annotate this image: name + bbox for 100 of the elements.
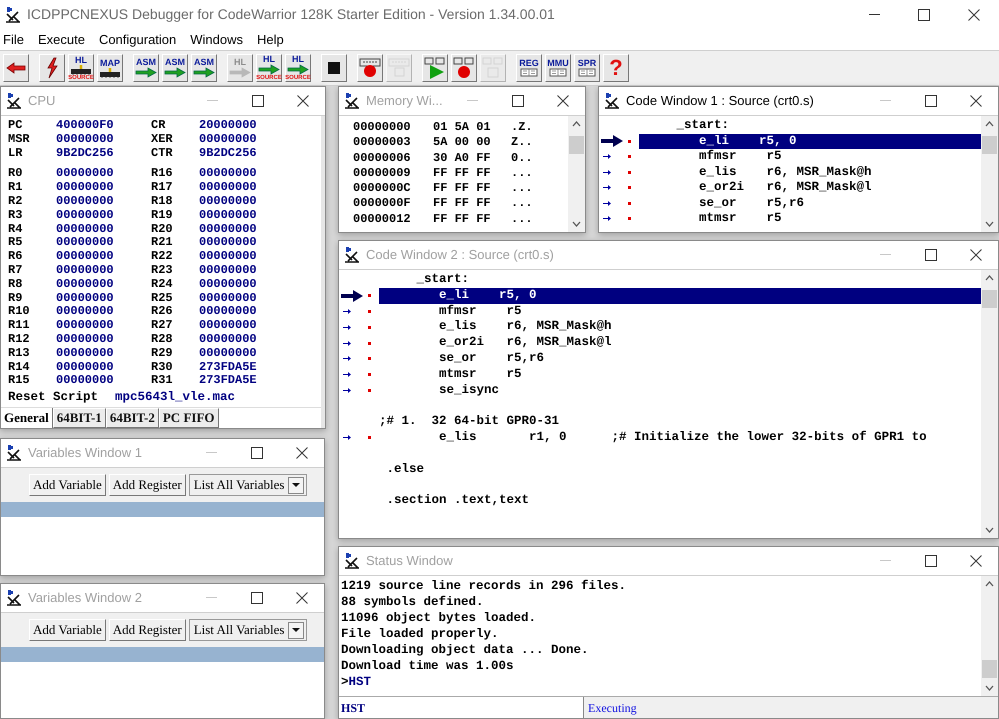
- register-value[interactable]: 00000000: [56, 278, 151, 292]
- code-line[interactable]: e_lis r6, MSR_Mask@h: [379, 319, 981, 336]
- register-value[interactable]: 00000000: [199, 236, 289, 250]
- menu-item[interactable]: Configuration: [98, 30, 176, 50]
- register-value[interactable]: 273FDA5E: [199, 374, 289, 388]
- register-value[interactable]: 00000000: [56, 360, 151, 374]
- menu-item[interactable]: Help: [257, 30, 284, 50]
- register-value[interactable]: 00000000: [56, 374, 151, 388]
- code-line[interactable]: ;# 1. 32 64-bit GPR0-31: [379, 414, 981, 430]
- register-value[interactable]: 273FDA5E: [199, 360, 289, 374]
- register-value[interactable]: 00000000: [56, 236, 151, 250]
- register-value[interactable]: 00000000: [56, 208, 151, 223]
- register-value[interactable]: 00000000: [199, 319, 289, 333]
- register-value[interactable]: 00000000: [199, 264, 289, 278]
- toolbar-button[interactable]: MAP: [97, 54, 123, 82]
- register-value[interactable]: 9B2DC256: [56, 146, 151, 160]
- code-line[interactable]: se_isync: [379, 382, 981, 398]
- tab[interactable]: 64BIT-1: [52, 408, 106, 428]
- scroll-up-icon[interactable]: [985, 581, 994, 587]
- scroll-down-icon[interactable]: [985, 685, 994, 691]
- toolbar-button[interactable]: Add Register: [108, 619, 186, 641]
- register-value[interactable]: 00000000: [56, 250, 151, 264]
- code-line[interactable]: mtmsr r5: [639, 211, 981, 226]
- tab[interactable]: 64BIT-2: [106, 408, 159, 428]
- scroll-down-icon[interactable]: [985, 221, 994, 227]
- scrollbar-thumb[interactable]: [982, 136, 997, 154]
- toolbar-button[interactable]: MMU: [545, 54, 571, 82]
- register-value[interactable]: 400000F0: [56, 119, 151, 133]
- register-value[interactable]: 9B2DC256: [199, 146, 289, 160]
- code-line[interactable]: _start:: [379, 272, 981, 288]
- register-value[interactable]: 00000000: [56, 222, 151, 236]
- toolbar-button[interactable]: [451, 54, 477, 82]
- register-value[interactable]: 00000000: [199, 305, 289, 320]
- register-value[interactable]: 00000000: [199, 278, 289, 292]
- register-value[interactable]: 00000000: [56, 132, 151, 147]
- code-line[interactable]: mtmsr r5: [379, 366, 981, 383]
- toolbar-button[interactable]: ?: [603, 54, 629, 82]
- toolbar-button[interactable]: ASM: [133, 54, 159, 82]
- scroll-up-icon[interactable]: [985, 121, 994, 127]
- register-value[interactable]: 00000000: [56, 194, 151, 209]
- register-value[interactable]: 00000000: [199, 132, 289, 147]
- scrollbar[interactable]: [981, 116, 998, 232]
- register-value[interactable]: 00000000: [56, 305, 151, 320]
- dropdown[interactable]: List All Variables: [188, 474, 307, 496]
- scrollbar[interactable]: [981, 270, 998, 538]
- menu-item[interactable]: File: [3, 30, 24, 50]
- register-value[interactable]: 00000000: [56, 181, 151, 195]
- register-value[interactable]: 00000000: [199, 332, 289, 347]
- register-value[interactable]: 00000000: [199, 292, 289, 306]
- code-line[interactable]: se_or r5,r6: [379, 350, 981, 367]
- register-value[interactable]: 00000000: [56, 167, 151, 182]
- toolbar-button[interactable]: [422, 54, 448, 82]
- toolbar-button[interactable]: REG: [516, 54, 542, 82]
- code-line[interactable]: .else: [379, 462, 981, 478]
- register-value[interactable]: 20000000: [199, 119, 289, 133]
- register-value[interactable]: 00000000: [56, 346, 151, 361]
- toolbar-button[interactable]: [3, 54, 29, 82]
- menu-item[interactable]: Execute: [38, 30, 85, 50]
- code-line[interactable]: mfmsr r5: [639, 149, 981, 164]
- register-value[interactable]: 00000000: [199, 346, 289, 361]
- code-line[interactable]: e_lis r1, 0 ;# Initialize the lower 32-bits of GPR1 to: [379, 430, 981, 446]
- toolbar-button[interactable]: Add Variable: [29, 619, 106, 641]
- code-line[interactable]: e_or2i r6, MSR_Mask@l: [379, 335, 981, 351]
- toolbar-button[interactable]: [321, 54, 347, 82]
- toolbar-button[interactable]: [357, 54, 383, 82]
- toolbar-button[interactable]: Add Variable: [29, 474, 106, 496]
- register-value[interactable]: 00000000: [199, 250, 289, 264]
- toolbar-button[interactable]: Add Register: [108, 474, 186, 496]
- register-value[interactable]: 00000000: [199, 208, 289, 223]
- scroll-down-icon[interactable]: [572, 221, 581, 227]
- register-value[interactable]: 00000000: [199, 167, 289, 182]
- code-line[interactable]: .section .text,text: [379, 493, 981, 509]
- scroll-up-icon[interactable]: [572, 121, 581, 127]
- register-value[interactable]: 00000000: [56, 319, 151, 333]
- register-value[interactable]: 00000000: [199, 194, 289, 209]
- caret-icon[interactable]: [288, 622, 304, 638]
- menu-item[interactable]: Windows: [190, 30, 244, 50]
- scrollbar-thumb[interactable]: [982, 290, 997, 308]
- scrollbar-thumb[interactable]: [982, 660, 997, 678]
- register-value[interactable]: 00000000: [199, 222, 289, 236]
- register-value[interactable]: 00000000: [56, 292, 151, 306]
- register-value[interactable]: 00000000: [56, 332, 151, 347]
- scroll-down-icon[interactable]: [985, 527, 994, 533]
- register-value[interactable]: 00000000: [199, 181, 289, 195]
- toolbar-button[interactable]: [39, 54, 65, 82]
- code-line[interactable]: _start:: [639, 118, 981, 134]
- command-input-field[interactable]: HST: [339, 697, 584, 718]
- caret-icon[interactable]: [288, 476, 304, 494]
- toolbar-button[interactable]: SPR: [574, 54, 600, 82]
- tab[interactable]: PC FIFO: [158, 408, 218, 428]
- scrollbar[interactable]: [981, 576, 998, 696]
- code-line[interactable]: e_or2i r6, MSR_Mask@l: [639, 180, 981, 196]
- scroll-up-icon[interactable]: [985, 275, 994, 281]
- scrollbar-thumb[interactable]: [569, 136, 584, 154]
- toolbar-button[interactable]: ASM: [191, 54, 217, 82]
- scrollbar[interactable]: [568, 116, 585, 232]
- register-value[interactable]: 00000000: [56, 264, 151, 278]
- code-line[interactable]: e_lis r6, MSR_Mask@h: [639, 164, 981, 180]
- code-line[interactable]: mfmsr r5: [379, 304, 981, 320]
- code-line[interactable]: se_or r5,r6: [639, 196, 981, 211]
